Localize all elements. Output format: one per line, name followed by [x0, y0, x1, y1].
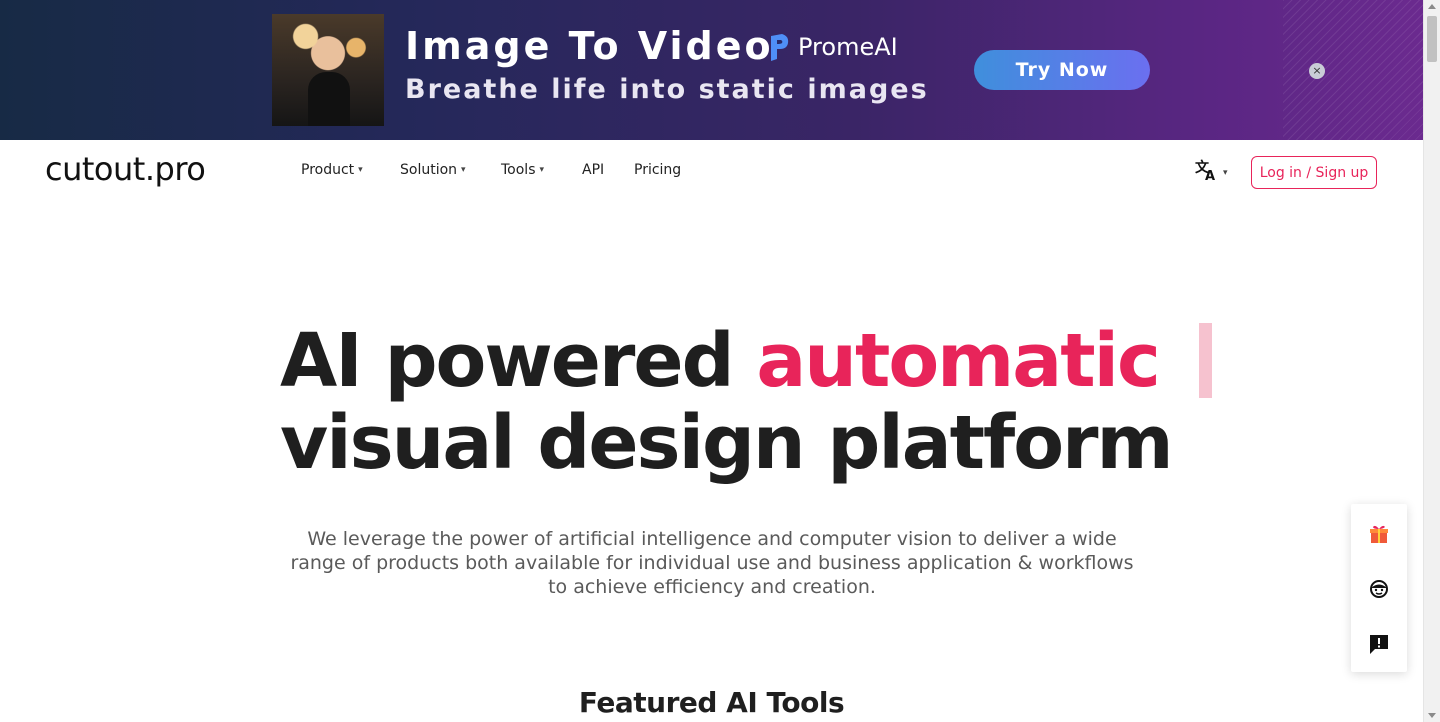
- nav-pricing-label: Pricing: [634, 162, 682, 178]
- featured-tools-heading: Featured AI Tools: [578, 686, 845, 719]
- ad-brand-name: PromeAI: [798, 33, 898, 61]
- nav-solution-label: Solution: [400, 162, 458, 178]
- nav-tools-label: Tools: [501, 162, 536, 178]
- promeai-logo-icon: [768, 32, 790, 62]
- hero-heading-line2: visual design platform: [280, 400, 1174, 486]
- scroll-up-arrow-icon[interactable]: [1428, 4, 1436, 9]
- ad-subtitle: Breathe life into static images: [405, 74, 929, 105]
- hero-description: We leverage the power of artificial inte…: [290, 528, 1134, 598]
- hero-heading-highlight: automatic: [756, 318, 1160, 404]
- scroll-down-arrow-icon[interactable]: [1428, 713, 1436, 718]
- ad-banner[interactable]: Image To Video PromeAI Breathe life into…: [0, 0, 1423, 140]
- login-signup-button[interactable]: Log in / Sign up: [1251, 156, 1377, 189]
- ad-try-now-button[interactable]: Try Now: [974, 50, 1150, 90]
- nav-solution[interactable]: Solution ▾: [400, 162, 501, 178]
- language-switcher[interactable]: 文 A ▾: [1195, 159, 1228, 186]
- nav-api-label: API: [582, 162, 605, 178]
- translate-icon: 文 A: [1195, 159, 1219, 186]
- nav-product-label: Product: [301, 162, 355, 178]
- floating-side-toolbar: [1351, 504, 1407, 672]
- chevron-down-icon: ▾: [358, 165, 363, 175]
- ad-title: Image To Video: [405, 24, 774, 68]
- chevron-down-icon: ▾: [539, 165, 545, 175]
- ad-photo-person: [308, 72, 350, 126]
- chevron-down-icon: ▾: [1223, 167, 1228, 178]
- chevron-down-icon: ▾: [461, 165, 466, 175]
- gift-icon[interactable]: [1351, 506, 1407, 562]
- nav-pricing[interactable]: Pricing: [634, 162, 681, 178]
- ad-photo: [272, 14, 384, 126]
- nav-product[interactable]: Product ▾: [301, 162, 400, 178]
- scroll-thumb[interactable]: [1427, 16, 1437, 62]
- ad-close-icon[interactable]: ×: [1309, 63, 1325, 79]
- nav-tools[interactable]: Tools ▾: [501, 162, 582, 178]
- ad-brand: PromeAI: [768, 30, 898, 64]
- feedback-icon[interactable]: [1351, 616, 1407, 672]
- page-scrollbar[interactable]: [1423, 0, 1440, 722]
- support-agent-icon[interactable]: [1351, 561, 1407, 617]
- svg-text:A: A: [1205, 169, 1215, 181]
- site-header: cutout.pro Product ▾ Solution ▾ Tools ▾ …: [0, 140, 1423, 204]
- site-logo[interactable]: cutout.pro: [45, 150, 206, 188]
- typing-caret: [1199, 323, 1212, 398]
- hero-heading-line1: AI powered automatic: [280, 318, 1161, 404]
- ad-decoration: [1283, 0, 1423, 140]
- hero-heading-prefix: AI powered: [280, 318, 757, 404]
- nav-api[interactable]: API: [582, 162, 634, 178]
- main-nav: Product ▾ Solution ▾ Tools ▾ API Pricing: [301, 162, 681, 178]
